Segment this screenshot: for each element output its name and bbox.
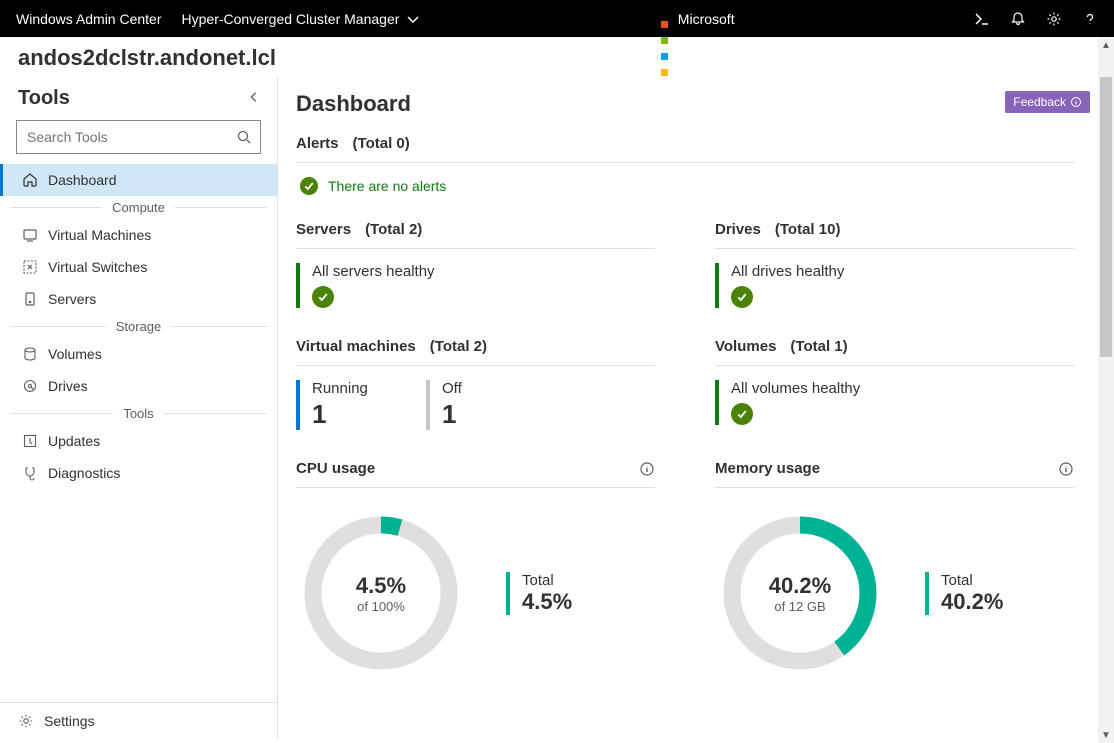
sidebar-item-virtual-switches[interactable]: Virtual Switches xyxy=(0,251,277,283)
info-icon[interactable] xyxy=(639,461,655,477)
memory-gauge: 40.2% of 12 GB xyxy=(715,508,885,678)
sidebar-item-label: Diagnostics xyxy=(48,465,120,481)
check-circle-icon xyxy=(731,286,753,308)
topbar: Windows Admin Center Hyper-Converged Clu… xyxy=(0,0,1114,37)
drives-status-text: All drives healthy xyxy=(731,263,1074,280)
vm-icon xyxy=(22,227,38,243)
check-circle-icon xyxy=(300,177,318,195)
nav-group-tools: Tools xyxy=(0,402,277,425)
help-icon xyxy=(1082,11,1098,27)
nav-group-storage: Storage xyxy=(0,315,277,338)
vm-running-stat: Running 1 xyxy=(296,380,396,430)
vms-card: Virtual machines (Total 2) Running 1 Off… xyxy=(296,338,655,430)
sidebar-item-settings[interactable]: Settings xyxy=(0,702,277,739)
check-circle-icon xyxy=(731,403,753,425)
sidebar-item-volumes[interactable]: Volumes xyxy=(0,338,277,370)
memory-total: Total 40.2% xyxy=(925,572,1003,615)
memory-gauge-value: 40.2% xyxy=(769,573,831,599)
feedback-button[interactable]: Feedback xyxy=(1005,91,1090,113)
sidebar-item-label: Updates xyxy=(48,433,100,449)
info-icon[interactable] xyxy=(1058,461,1074,477)
switch-icon xyxy=(22,259,38,275)
alerts-message: There are no alerts xyxy=(328,178,446,194)
alerts-heading: Alerts (Total 0) xyxy=(296,135,1074,163)
cpu-usage-card: CPU usage 4.5% of 100% xyxy=(296,460,655,678)
scroll-thumb[interactable] xyxy=(1100,77,1112,357)
volumes-card: Volumes (Total 1) All volumes healthy xyxy=(715,338,1074,430)
cpu-gauge-sub: of 100% xyxy=(357,599,405,614)
home-icon xyxy=(22,172,38,188)
server-icon xyxy=(22,291,38,307)
memory-usage-card: Memory usage 40.2% of 12 GB xyxy=(715,460,1074,678)
sidebar-item-dashboard[interactable]: Dashboard xyxy=(0,164,277,196)
context-label: Hyper-Converged Cluster Manager xyxy=(182,11,400,27)
settings-button[interactable] xyxy=(1046,11,1062,27)
search-input[interactable] xyxy=(25,128,236,146)
alerts-status: There are no alerts xyxy=(300,177,1074,195)
diagnostics-icon xyxy=(22,465,38,481)
cpu-gauge: 4.5% of 100% xyxy=(296,508,466,678)
gear-icon xyxy=(1046,11,1062,27)
page-title: Dashboard xyxy=(296,91,1074,117)
volume-icon xyxy=(22,346,38,362)
scrollbar[interactable]: ▲ ▼ xyxy=(1098,37,1114,743)
info-icon xyxy=(1070,96,1082,108)
terminal-icon xyxy=(974,11,990,27)
updates-icon xyxy=(22,433,38,449)
sidebar-item-virtual-machines[interactable]: Virtual Machines xyxy=(0,219,277,251)
scroll-down-arrow-icon[interactable]: ▼ xyxy=(1098,727,1114,743)
microsoft-logo-icon xyxy=(661,15,668,22)
sidebar-item-label: Volumes xyxy=(48,346,102,362)
memory-gauge-sub: of 12 GB xyxy=(774,599,825,614)
search-tools-box[interactable] xyxy=(16,120,261,154)
servers-card: Servers (Total 2) All servers healthy xyxy=(296,221,655,308)
nav: Dashboard Compute Virtual Machines Virtu… xyxy=(0,164,277,702)
brand-label: Microsoft xyxy=(678,11,735,27)
sidebar-item-diagnostics[interactable]: Diagnostics xyxy=(0,457,277,489)
scroll-up-arrow-icon[interactable]: ▲ xyxy=(1098,37,1114,53)
sidebar-title: Tools xyxy=(18,87,70,110)
vm-off-stat: Off 1 xyxy=(426,380,526,430)
sidebar-item-drives[interactable]: Drives xyxy=(0,370,277,402)
sidebar-item-label: Servers xyxy=(48,291,96,307)
powershell-button[interactable] xyxy=(974,11,990,27)
sidebar-item-updates[interactable]: Updates xyxy=(0,425,277,457)
chevron-left-icon xyxy=(247,90,261,104)
search-icon xyxy=(236,129,252,145)
notifications-button[interactable] xyxy=(1010,11,1026,27)
collapse-sidebar-button[interactable] xyxy=(247,90,261,107)
cpu-total: Total 4.5% xyxy=(506,572,572,615)
sidebar-item-label: Virtual Switches xyxy=(48,259,147,275)
product-name: Windows Admin Center xyxy=(16,11,162,27)
drive-icon xyxy=(22,378,38,394)
cluster-name: andos2dclstr.andonet.lcl xyxy=(0,37,1114,77)
main-content: Feedback Dashboard Alerts (Total 0) Ther… xyxy=(278,77,1114,739)
cpu-gauge-value: 4.5% xyxy=(356,573,406,599)
nav-group-compute: Compute xyxy=(0,196,277,219)
sidebar-item-label: Drives xyxy=(48,378,88,394)
gear-icon xyxy=(18,713,34,729)
check-circle-icon xyxy=(312,286,334,308)
volumes-status-text: All volumes healthy xyxy=(731,380,1074,397)
bell-icon xyxy=(1010,11,1026,27)
drives-card: Drives (Total 10) All drives healthy xyxy=(715,221,1074,308)
settings-label: Settings xyxy=(44,713,95,729)
feedback-label: Feedback xyxy=(1013,95,1066,109)
context-switcher[interactable]: Hyper-Converged Cluster Manager xyxy=(182,11,422,27)
sidebar-item-label: Dashboard xyxy=(48,172,117,188)
sidebar-item-servers[interactable]: Servers xyxy=(0,283,277,315)
brand-area: Microsoft xyxy=(441,11,954,27)
sidebar: Tools Dashboard Compute Virtual Machines xyxy=(0,77,278,739)
chevron-down-icon xyxy=(405,11,421,27)
help-button[interactable] xyxy=(1082,11,1098,27)
servers-status-text: All servers healthy xyxy=(312,263,655,280)
sidebar-item-label: Virtual Machines xyxy=(48,227,151,243)
